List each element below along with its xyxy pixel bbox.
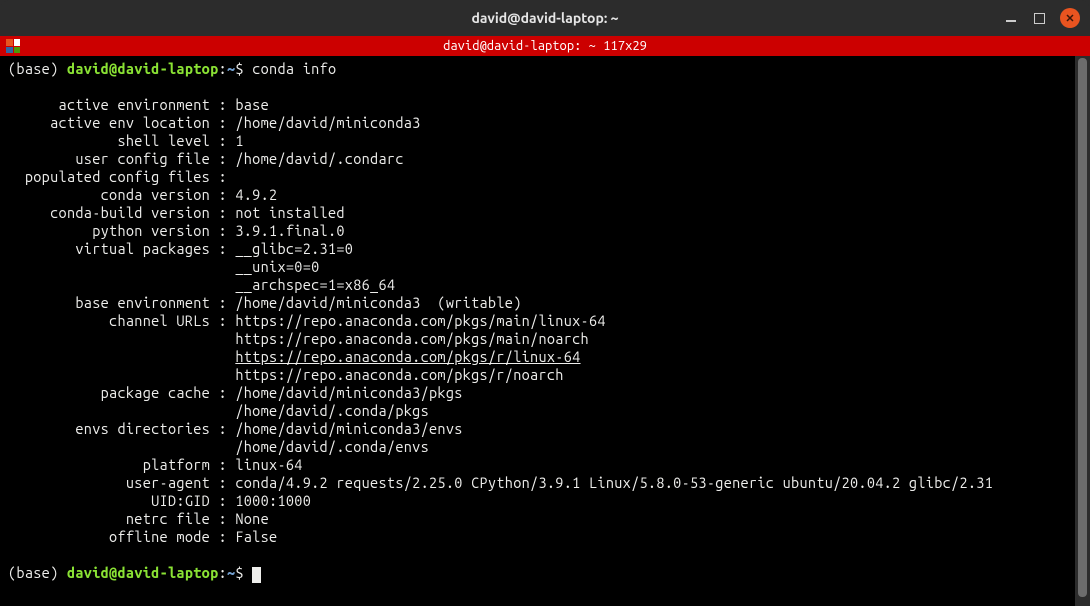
terminal-output[interactable]: (base) david@david-laptop:~$ conda info …: [0, 56, 1075, 606]
terminal-window: david@david-laptop: ~ david@david-laptop…: [0, 0, 1090, 606]
window-title: david@david-laptop: ~: [471, 10, 618, 26]
window-controls: [1004, 8, 1080, 28]
terminal-tabbar[interactable]: david@david-laptop: ~ 117x29: [0, 36, 1090, 56]
window-titlebar[interactable]: david@david-laptop: ~: [0, 0, 1090, 36]
minimize-icon[interactable]: [1004, 11, 1018, 25]
scrollbar-thumb[interactable]: [1078, 58, 1087, 597]
tab-label: david@david-laptop: ~ 117x29: [443, 39, 647, 53]
close-icon[interactable]: [1060, 8, 1080, 28]
terminal-app-icon: [6, 39, 20, 53]
terminal-area: (base) david@david-laptop:~$ conda info …: [0, 56, 1090, 606]
scrollbar[interactable]: [1075, 56, 1090, 606]
cursor: [252, 567, 261, 583]
maximize-icon[interactable]: [1032, 11, 1046, 25]
